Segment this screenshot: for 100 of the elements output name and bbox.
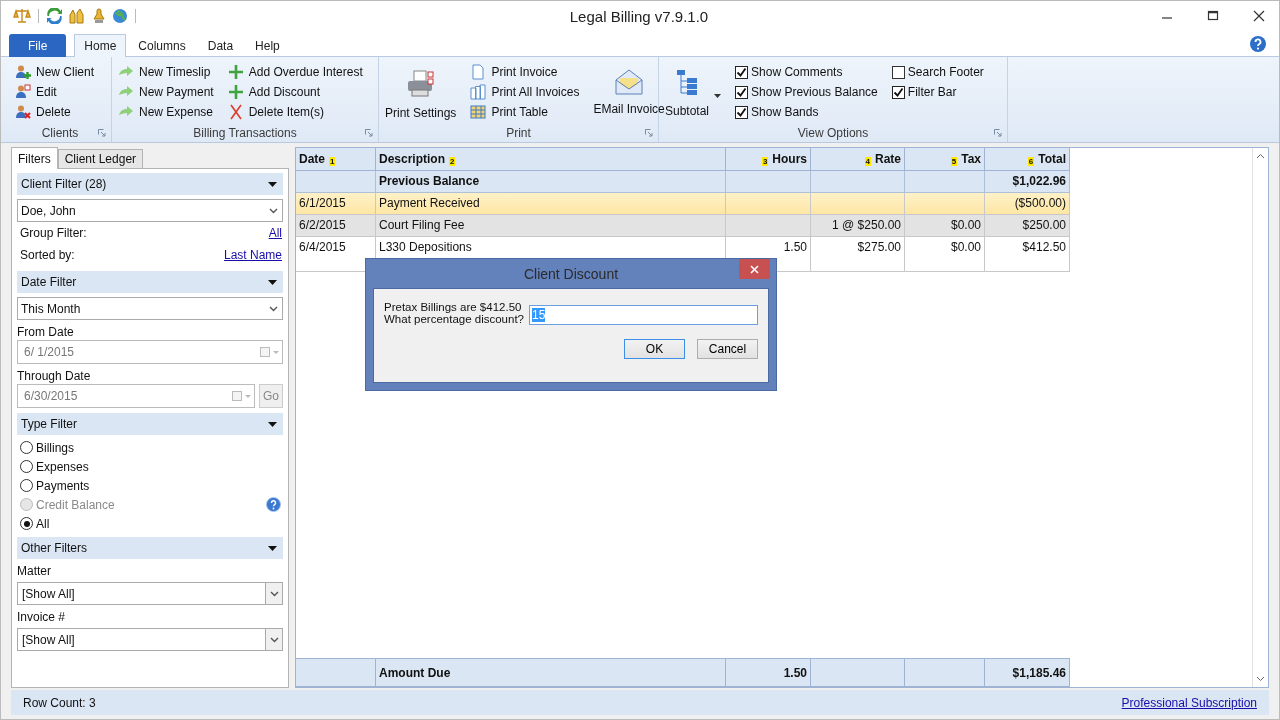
- globe-icon[interactable]: [112, 8, 128, 24]
- dialog-launcher-icon[interactable]: [365, 129, 373, 137]
- table-row[interactable]: 6/2/2015 Court Filing Fee 1 @ $250.00 $0.00 $250.00: [296, 215, 1070, 237]
- close-icon[interactable]: [1253, 10, 1265, 22]
- help-icon[interactable]: [266, 497, 281, 512]
- filter-dropdown[interactable]: [Show All]: [17, 582, 283, 605]
- table-icon: [470, 104, 487, 120]
- caret-icon[interactable]: [268, 421, 277, 427]
- column-header[interactable]: Date 1: [296, 148, 376, 171]
- section-header[interactable]: Type Filter: [17, 413, 283, 435]
- radio-button[interactable]: [20, 517, 33, 530]
- help-icon[interactable]: [1249, 34, 1267, 53]
- radio-label: Credit Balance: [36, 497, 115, 512]
- chevron-down-icon: [269, 305, 278, 312]
- ribbon-tab[interactable]: Data: [197, 34, 244, 57]
- ribbon-button[interactable]: Print All Invoices: [470, 82, 580, 102]
- table-cell: ($500.00): [1014, 196, 1066, 210]
- checkbox[interactable]: [891, 65, 905, 79]
- calendar-icon: [260, 346, 280, 358]
- radio-button[interactable]: [20, 460, 33, 473]
- table-row[interactable]: Previous Balance $1,022.96: [296, 171, 1070, 193]
- table-cell: 1.50: [783, 240, 807, 254]
- ribbon-button[interactable]: Edit: [15, 82, 95, 102]
- caret-icon[interactable]: [268, 279, 277, 285]
- ribbon-button[interactable]: Print Table: [470, 102, 580, 122]
- chevron-down-icon: [269, 636, 279, 643]
- field-label: Through Date: [17, 367, 92, 384]
- ribbon-button[interactable]: New Payment: [118, 82, 214, 102]
- radio-label: Expenses: [36, 459, 89, 474]
- radio-label: All: [36, 516, 50, 531]
- column-header[interactable]: Description 2: [376, 148, 726, 171]
- calendar-icon: [232, 390, 252, 402]
- ribbon-button[interactable]: New Timeslip: [118, 62, 214, 82]
- dialog-launcher-icon[interactable]: [994, 129, 1002, 137]
- date-field[interactable]: 6/30/2015: [17, 384, 255, 408]
- table-cell: $250.00: [1022, 218, 1066, 232]
- ribbon-large-button[interactable]: Print Settings: [385, 62, 457, 120]
- radio-button[interactable]: [20, 479, 33, 492]
- table-row[interactable]: 6/1/2015 Payment Received ($500.00): [296, 193, 1070, 215]
- group-title: Print: [506, 126, 531, 140]
- section-header[interactable]: Client Filter (28): [17, 173, 283, 195]
- ribbon-tab[interactable]: Columns: [128, 34, 196, 57]
- sort-link[interactable]: Last Name: [223, 248, 282, 262]
- checkbox[interactable]: [891, 85, 905, 99]
- scales-icon[interactable]: [13, 8, 31, 24]
- radio-button[interactable]: [20, 441, 33, 454]
- dialog-launcher-icon[interactable]: [98, 129, 106, 137]
- caret-icon[interactable]: [714, 94, 722, 98]
- client-dropdown[interactable]: Doe, John: [17, 199, 283, 222]
- checkbox[interactable]: [735, 65, 749, 79]
- close-button[interactable]: [739, 259, 770, 279]
- table-cell: Court Filing Fee: [379, 218, 465, 232]
- plus-icon: [227, 64, 244, 80]
- radio-label: Payments: [36, 478, 90, 493]
- person-plus-icon: [15, 64, 31, 80]
- panel-tab[interactable]: Client Ledger: [57, 149, 144, 168]
- dialog-launcher-icon[interactable]: [645, 129, 653, 137]
- subscription-link[interactable]: Professional Subscription: [1121, 695, 1257, 710]
- ribbon-button[interactable]: Add Discount: [227, 82, 363, 102]
- caret-icon[interactable]: [268, 545, 277, 551]
- ribbon-tab[interactable]: File: [9, 34, 67, 57]
- maximize-icon[interactable]: [1207, 10, 1219, 22]
- ribbon-large-button[interactable]: Subtotal: [665, 62, 722, 118]
- chevron-down-icon: [269, 590, 279, 597]
- panel-tab[interactable]: Filters: [11, 147, 58, 169]
- dialog-button[interactable]: OK: [624, 339, 685, 359]
- group-title: Billing Transactions: [193, 126, 297, 140]
- checkbox[interactable]: [735, 85, 749, 99]
- cross-icon: [227, 104, 244, 120]
- person-edit-icon: [15, 84, 31, 100]
- ribbon-button[interactable]: New Expense: [118, 102, 214, 122]
- filter-dropdown[interactable]: [Show All]: [17, 628, 283, 651]
- ribbon-large-button[interactable]: EMail Invoice: [593, 62, 665, 116]
- date-field[interactable]: 6/ 1/2015: [17, 340, 283, 364]
- dialog-button[interactable]: Cancel: [697, 339, 758, 359]
- date-range-dropdown[interactable]: This Month: [17, 297, 283, 320]
- section-header[interactable]: Other Filters: [17, 537, 283, 559]
- column-header[interactable]: 5 Tax: [905, 148, 985, 171]
- ribbon-button[interactable]: Print Invoice: [470, 62, 580, 82]
- field-label: Sorted by:: [20, 248, 75, 262]
- ribbon-button[interactable]: Delete: [15, 102, 95, 122]
- ribbon-button[interactable]: New Client: [15, 62, 95, 82]
- tree-icon: [675, 68, 699, 98]
- scroll-up-icon[interactable]: [1256, 153, 1265, 159]
- caret-icon[interactable]: [268, 181, 277, 187]
- group-filter-link[interactable]: All: [268, 226, 282, 240]
- table-cell: $0.00: [950, 218, 981, 232]
- checkbox[interactable]: [735, 105, 749, 119]
- column-header[interactable]: 3 Hours: [726, 148, 811, 171]
- column-header[interactable]: 4 Rate: [811, 148, 905, 171]
- ribbon-button[interactable]: Add Overdue Interest: [227, 62, 363, 82]
- section-header[interactable]: Date Filter: [17, 271, 283, 293]
- ribbon-button[interactable]: Delete Item(s): [227, 102, 363, 122]
- ribbon-tab[interactable]: Home: [74, 34, 127, 57]
- column-header[interactable]: 6 Total: [985, 148, 1070, 171]
- table-cell: 6/4/2015: [299, 240, 346, 254]
- refresh-icon[interactable]: [46, 8, 63, 24]
- scroll-down-icon[interactable]: [1256, 676, 1265, 682]
- ribbon-tab[interactable]: Help: [245, 34, 290, 57]
- person-remove-icon: [15, 104, 31, 120]
